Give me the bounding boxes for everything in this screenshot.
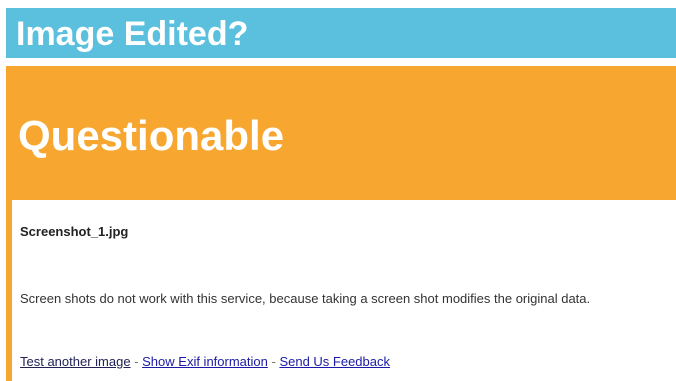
show-exif-link[interactable]: Show Exif information <box>142 354 268 369</box>
action-links: Test another image - Show Exif informati… <box>20 354 390 369</box>
file-name: Screenshot_1.jpg <box>20 224 129 239</box>
result-panel: Questionable Screenshot_1.jpg Screen sho… <box>6 66 676 381</box>
header-bar: Image Edited? <box>6 8 676 58</box>
link-separator: - <box>267 354 280 369</box>
page-title: Image Edited? <box>16 15 249 53</box>
result-message: Screen shots do not work with this servi… <box>20 291 591 306</box>
send-feedback-link[interactable]: Send Us Feedback <box>279 354 390 369</box>
test-another-image-link[interactable]: Test another image <box>20 354 131 369</box>
link-separator: - <box>130 354 143 369</box>
verdict-label: Questionable <box>18 112 285 159</box>
verdict-banner: Questionable <box>6 66 676 200</box>
